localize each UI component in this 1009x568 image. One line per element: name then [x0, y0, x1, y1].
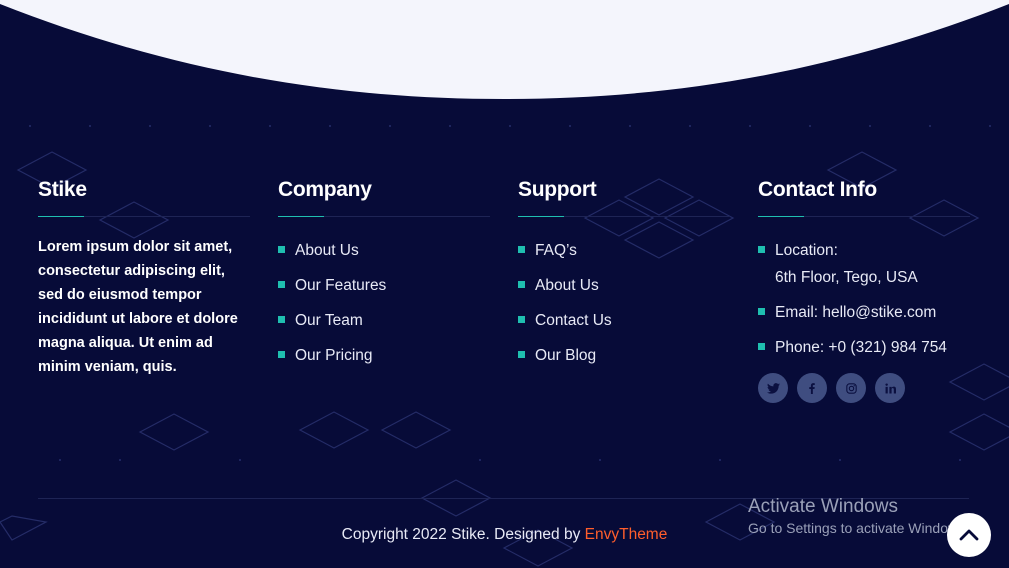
- watermark-subtitle: Go to Settings to activate Windows.: [748, 520, 969, 536]
- location-value: 6th Floor, Tego, USA: [775, 269, 918, 286]
- footer-contact-column: Contact Info Location: 6th Floor, Tego, …: [758, 178, 970, 403]
- bullet-icon: [518, 246, 525, 253]
- instagram-icon[interactable]: [836, 373, 866, 403]
- bullet-icon: [278, 316, 285, 323]
- contact-phone[interactable]: Phone: +0 (321) 984 754: [758, 338, 970, 358]
- chevron-up-icon: [959, 529, 979, 541]
- bullet-icon: [518, 316, 525, 323]
- support-link-about-us[interactable]: About Us: [518, 276, 730, 296]
- location-label: Location:: [775, 242, 838, 259]
- company-link-our-team[interactable]: Our Team: [278, 311, 490, 331]
- bullet-icon: [758, 343, 765, 350]
- footer-support-title: Support: [518, 178, 597, 201]
- company-links: About Us Our Features Our Team Our Prici…: [278, 241, 490, 366]
- bullet-icon: [278, 246, 285, 253]
- support-link-contact-us[interactable]: Contact Us: [518, 311, 730, 331]
- bullet-icon: [518, 351, 525, 358]
- title-divider: [758, 216, 970, 217]
- bullet-icon: [758, 308, 765, 315]
- contact-info-list: Location: 6th Floor, Tego, USA Email: he…: [758, 241, 970, 358]
- bullet-icon: [518, 281, 525, 288]
- watermark-title: Activate Windows: [748, 496, 898, 517]
- footer-about-column: Stike Lorem ipsum dolor sit amet, consec…: [38, 178, 250, 379]
- company-link-about-us[interactable]: About Us: [278, 241, 490, 261]
- footer-about-text: Lorem ipsum dolor sit amet, consectetur …: [38, 239, 238, 375]
- social-links: [758, 373, 970, 403]
- footer-company-title: Company: [278, 178, 372, 201]
- title-divider: [278, 216, 490, 217]
- bullet-icon: [278, 351, 285, 358]
- footer-contact-title: Contact Info: [758, 178, 877, 201]
- linkedin-icon[interactable]: [875, 373, 905, 403]
- bullet-icon: [758, 246, 765, 253]
- contact-email[interactable]: Email: hello@stike.com: [758, 303, 970, 323]
- activate-windows-watermark: Activate Windows Go to Settings to activ…: [748, 496, 969, 536]
- company-link-our-features[interactable]: Our Features: [278, 276, 490, 296]
- facebook-icon[interactable]: [797, 373, 827, 403]
- support-link-our-blog[interactable]: Our Blog: [518, 346, 730, 366]
- contact-location: Location: 6th Floor, Tego, USA: [758, 241, 970, 288]
- copyright-label: Copyright 2022 Stike. Designed by: [341, 526, 585, 543]
- title-divider: [38, 216, 250, 217]
- footer-support-column: Support FAQ’s About Us Contact Us Our Bl…: [518, 178, 730, 381]
- envytheme-link[interactable]: EnvyTheme: [585, 526, 668, 543]
- title-divider: [518, 216, 730, 217]
- twitter-icon[interactable]: [758, 373, 788, 403]
- footer-about-title: Stike: [38, 178, 87, 201]
- back-to-top-button[interactable]: [947, 513, 991, 557]
- bullet-icon: [278, 281, 285, 288]
- support-link-faqs[interactable]: FAQ’s: [518, 241, 730, 261]
- company-link-our-pricing[interactable]: Our Pricing: [278, 346, 490, 366]
- footer-company-column: Company About Us Our Features Our Team O…: [278, 178, 490, 381]
- top-curve-shape: [0, 0, 1009, 99]
- support-links: FAQ’s About Us Contact Us Our Blog: [518, 241, 730, 366]
